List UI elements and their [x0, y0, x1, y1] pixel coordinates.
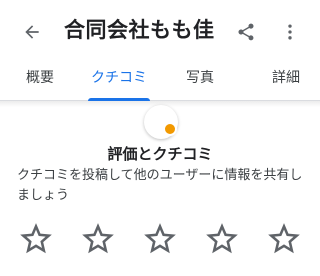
tab-photos[interactable]: 写真 [170, 62, 230, 100]
back-button[interactable] [18, 18, 46, 46]
tab-reviews[interactable]: クチコミ [88, 62, 150, 101]
tab-overview[interactable]: 概要 [10, 62, 70, 100]
tab-details[interactable]: 詳細 [256, 62, 316, 100]
tab-bar: 概要 クチコミ 写真 詳細 [0, 62, 320, 101]
more-options-button[interactable] [276, 18, 304, 46]
app-bar: 合同会社もも佳 [0, 0, 320, 62]
star-2-icon[interactable] [79, 220, 117, 258]
star-3-icon[interactable] [141, 220, 179, 258]
tab-label: 詳細 [272, 70, 300, 86]
star-5-icon[interactable] [265, 220, 303, 258]
tab-label: 概要 [26, 70, 54, 86]
tab-label: クチコミ [91, 70, 147, 86]
star-rating [0, 220, 320, 260]
star-1-icon[interactable] [17, 220, 55, 258]
share-icon [238, 23, 254, 41]
avatar [144, 105, 178, 139]
star-4-icon[interactable] [203, 220, 241, 258]
arrow-back-icon [25, 25, 39, 39]
review-prompt-text: クチコミを投稿して他のユーザーに情報を共有しましょう [17, 168, 303, 203]
place-title: 合同会社もも佳 [64, 18, 215, 42]
tab-label: 写真 [186, 70, 214, 86]
section-title: 評価とクチコミ [107, 145, 213, 163]
share-button[interactable] [232, 18, 260, 46]
more-vert-icon [288, 24, 292, 40]
avatar-badge [163, 122, 177, 136]
